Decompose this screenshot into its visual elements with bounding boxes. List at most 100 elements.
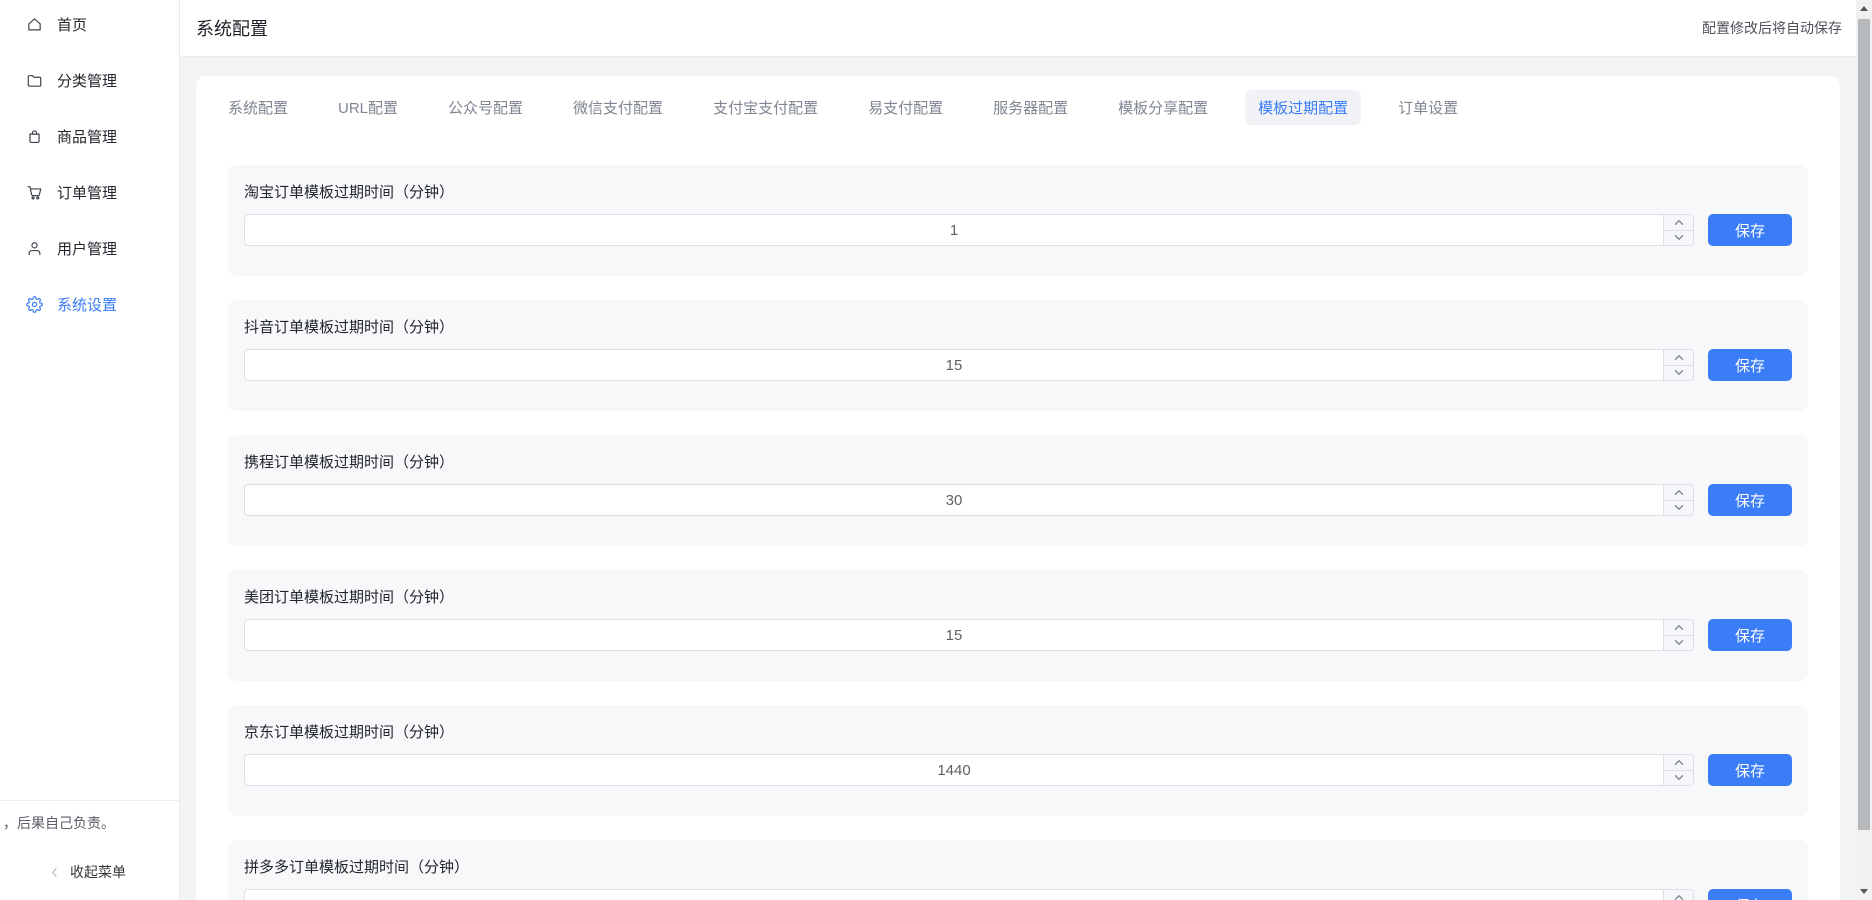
spinner-down-button[interactable] [1664, 636, 1693, 651]
gear-icon [26, 296, 43, 313]
number-spinner [1663, 215, 1693, 245]
chevron-up-icon [1674, 489, 1684, 496]
top-header: 系统配置 配置修改后将自动保存 [180, 0, 1856, 57]
save-button[interactable]: 保存 [1708, 214, 1792, 246]
page-scrollbar[interactable] [1856, 0, 1872, 900]
save-button[interactable]: 保存 [1708, 349, 1792, 381]
tab-3[interactable]: 微信支付配置 [560, 90, 676, 125]
scrollbar-up-button[interactable] [1856, 0, 1872, 17]
number-input-wrap [244, 889, 1694, 900]
sidebar-item-4[interactable]: 用户管理 [0, 226, 179, 270]
spinner-up-button[interactable] [1664, 215, 1693, 231]
sidebar-item-5[interactable]: 系统设置 [0, 282, 179, 326]
save-button[interactable]: 保存 [1708, 484, 1792, 516]
field-row: 保存 [244, 619, 1792, 651]
chevron-down-icon [1674, 504, 1684, 511]
section-label: 携程订单模板过期时间（分钟） [244, 455, 1792, 470]
config-card: 系统配置 URL配置公众号配置微信支付配置支付宝支付配置易支付配置服务器配置模板分… [196, 76, 1840, 900]
sidebar-item-label: 系统设置 [57, 294, 117, 315]
chevron-up-icon [1674, 354, 1684, 361]
save-button[interactable]: 保存 [1708, 889, 1792, 900]
bag-icon [26, 128, 43, 145]
expire-minutes-input[interactable] [245, 620, 1693, 650]
tab-8[interactable]: 模板过期配置 [1245, 90, 1361, 125]
field-row: 保存 [244, 349, 1792, 381]
sidebar-item-label: 用户管理 [57, 238, 117, 259]
chevron-up-icon [1674, 759, 1684, 766]
config-section-4: 京东订单模板过期时间（分钟） 保存 [228, 705, 1808, 816]
folder-icon [26, 72, 43, 89]
spinner-down-button[interactable] [1664, 231, 1693, 246]
expire-minutes-input[interactable] [245, 755, 1693, 785]
sidebar-item-label: 首页 [57, 14, 87, 35]
number-spinner [1663, 755, 1693, 785]
section-label: 京东订单模板过期时间（分钟） [244, 725, 1792, 740]
section-label: 美团订单模板过期时间（分钟） [244, 590, 1792, 605]
sidebar-notice-text: ，后果自己负责。 [3, 813, 171, 833]
spinner-up-button[interactable] [1664, 350, 1693, 366]
tab-5[interactable]: 易支付配置 [855, 90, 956, 125]
number-spinner [1663, 890, 1693, 900]
scroll-up-icon [1860, 6, 1868, 11]
sidebar-item-0[interactable]: 首页 [0, 2, 179, 46]
number-spinner [1663, 620, 1693, 650]
save-button[interactable]: 保存 [1708, 619, 1792, 651]
config-section-3: 美团订单模板过期时间（分钟） 保存 [228, 570, 1808, 681]
field-row: 保存 [244, 754, 1792, 786]
sidebar-footer: ，后果自己负责。 收起菜单 [0, 800, 179, 900]
sidebar-item-3[interactable]: 订单管理 [0, 170, 179, 214]
config-sections: 淘宝订单模板过期时间（分钟）保存抖音订单模板过期时间（分钟）保存携程订单模板过期… [228, 165, 1808, 900]
tab-2[interactable]: 公众号配置 [435, 90, 536, 125]
config-section-5: 拼多多订单模板过期时间（分钟）保存 [228, 840, 1808, 900]
field-row: 保存 [244, 214, 1792, 246]
tab-0[interactable]: 系统配置 [215, 90, 301, 125]
scrollbar-down-button[interactable] [1856, 883, 1872, 900]
number-input-wrap [244, 349, 1694, 381]
chevron-down-icon [1674, 369, 1684, 376]
config-section-0: 淘宝订单模板过期时间（分钟） 保存 [228, 165, 1808, 276]
section-label: 抖音订单模板过期时间（分钟） [244, 320, 1792, 335]
tab-4[interactable]: 支付宝支付配置 [700, 90, 831, 125]
expire-minutes-input[interactable] [245, 350, 1693, 380]
collapse-menu-label: 收起菜单 [70, 862, 126, 882]
collapse-menu-button[interactable]: 收起菜单 [3, 862, 171, 882]
sidebar-item-2[interactable]: 商品管理 [0, 114, 179, 158]
tab-6[interactable]: 服务器配置 [980, 90, 1081, 125]
expire-minutes-input[interactable] [245, 890, 1693, 900]
scrollbar-thumb[interactable] [1858, 19, 1870, 830]
number-input-wrap [244, 484, 1694, 516]
spinner-down-button[interactable] [1664, 501, 1693, 516]
number-spinner [1663, 485, 1693, 515]
number-input-wrap [244, 214, 1694, 246]
expire-minutes-input[interactable] [245, 215, 1693, 245]
spinner-up-button[interactable] [1664, 890, 1693, 900]
user-icon [26, 240, 43, 257]
sidebar-item-label: 分类管理 [57, 70, 117, 91]
home-icon [26, 16, 43, 33]
sidebar-item-label: 订单管理 [57, 182, 117, 203]
tab-9[interactable]: 订单设置 [1385, 90, 1471, 125]
spinner-up-button[interactable] [1664, 755, 1693, 771]
sidebar-nav: 首页分类管理商品管理订单管理用户管理系统设置 [0, 0, 179, 338]
section-label: 淘宝订单模板过期时间（分钟） [244, 185, 1792, 200]
spinner-down-button[interactable] [1664, 366, 1693, 381]
tab-7[interactable]: 模板分享配置 [1105, 90, 1221, 125]
chevron-down-icon [1674, 774, 1684, 781]
spinner-down-button[interactable] [1664, 771, 1693, 786]
spinner-up-button[interactable] [1664, 620, 1693, 636]
spinner-up-button[interactable] [1664, 485, 1693, 501]
save-button[interactable]: 保存 [1708, 754, 1792, 786]
number-spinner [1663, 350, 1693, 380]
config-tabs: 系统配置 URL配置公众号配置微信支付配置支付宝支付配置易支付配置服务器配置模板分… [215, 90, 1808, 125]
tab-1[interactable]: URL配置 [325, 90, 411, 125]
number-input-wrap [244, 754, 1694, 786]
sidebar-item-1[interactable]: 分类管理 [0, 58, 179, 102]
auto-save-note: 配置修改后将自动保存 [1702, 18, 1842, 38]
content-area: 系统配置 URL配置公众号配置微信支付配置支付宝支付配置易支付配置服务器配置模板分… [180, 57, 1856, 900]
chevron-left-icon [48, 866, 61, 879]
expire-minutes-input[interactable] [245, 485, 1693, 515]
scroll-down-icon [1860, 889, 1868, 894]
chevron-up-icon [1674, 219, 1684, 226]
chevron-down-icon [1674, 639, 1684, 646]
field-row: 保存 [244, 484, 1792, 516]
